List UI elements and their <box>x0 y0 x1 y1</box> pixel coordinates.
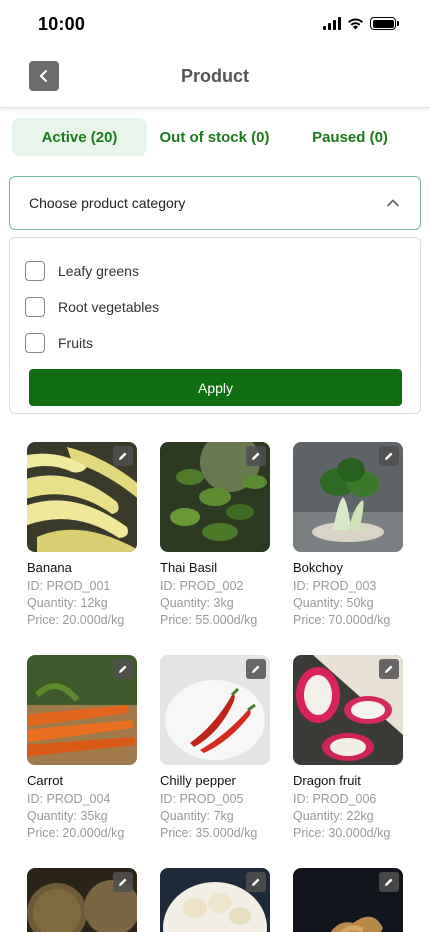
pencil-icon <box>119 878 127 886</box>
product-card[interactable] <box>27 868 137 932</box>
product-quantity: Quantity: 22kg <box>293 809 374 823</box>
product-card[interactable]: Dragon fruit ID: PROD_006 Quantity: 22kg… <box>293 655 403 842</box>
product-id: ID: PROD_002 <box>160 579 244 593</box>
apply-button[interactable]: Apply <box>29 369 402 406</box>
edit-button[interactable] <box>113 446 133 466</box>
product-quantity: Quantity: 7kg <box>160 809 234 823</box>
product-price: Price: 20.000d/kg <box>27 613 125 627</box>
status-tabs: Active (20) Out of stock (0) Paused (0) <box>12 118 418 156</box>
product-image-durian <box>27 868 137 932</box>
product-image-banana <box>27 442 137 552</box>
status-bar: 10:00 <box>0 0 430 50</box>
category-dropdown: Leafy greens Root vegetables Fruits Appl… <box>9 237 421 414</box>
edit-button[interactable] <box>246 872 266 892</box>
product-image-dragon-fruit <box>293 655 403 765</box>
pencil-icon <box>385 878 393 886</box>
product-quantity: Quantity: 12kg <box>27 596 108 610</box>
edit-button[interactable] <box>113 872 133 892</box>
product-image-ginger <box>293 868 403 932</box>
pencil-icon <box>252 665 260 673</box>
edit-button[interactable] <box>379 659 399 679</box>
battery-icon <box>370 17 399 30</box>
product-quantity: Quantity: 35kg <box>27 809 108 823</box>
edit-button[interactable] <box>113 659 133 679</box>
product-price: Price: 35.000d/kg <box>160 826 258 840</box>
product-name: Dragon fruit <box>293 773 361 788</box>
pencil-icon <box>252 452 260 460</box>
product-image-bokchoy <box>293 442 403 552</box>
product-name: Banana <box>27 560 72 575</box>
pencil-icon <box>119 452 127 460</box>
category-option-root-vegetables[interactable]: Root vegetables <box>25 296 159 318</box>
tab-paused[interactable]: Paused (0) <box>282 118 418 156</box>
checkbox[interactable] <box>25 333 45 353</box>
cellular-signal-icon <box>323 17 341 30</box>
page-title: Product <box>180 66 249 86</box>
pencil-icon <box>119 665 127 673</box>
product-quantity: Quantity: 3kg <box>160 596 234 610</box>
tab-out-of-stock[interactable]: Out of stock (0) <box>147 118 282 156</box>
product-image-chilly-pepper <box>160 655 270 765</box>
chevron-up-icon <box>385 195 401 211</box>
tab-active[interactable]: Active (20) <box>12 118 147 156</box>
product-image-thai-basil <box>160 442 270 552</box>
app-header: Product <box>0 52 430 108</box>
category-option-label: Leafy greens <box>58 263 139 279</box>
edit-button[interactable] <box>246 446 266 466</box>
pencil-icon <box>385 452 393 460</box>
product-card[interactable]: Bokchoy ID: PROD_003 Quantity: 50kg Pric… <box>293 442 403 629</box>
product-price: Price: 30.000d/kg <box>293 826 391 840</box>
category-option-label: Fruits <box>58 335 93 351</box>
checkbox[interactable] <box>25 261 45 281</box>
edit-button[interactable] <box>379 446 399 466</box>
edit-button[interactable] <box>379 872 399 892</box>
product-card[interactable]: Chilly pepper ID: PROD_005 Quantity: 7kg… <box>160 655 270 842</box>
pencil-icon <box>252 878 260 886</box>
category-select-label: Choose product category <box>29 195 186 211</box>
category-option-leafy-greens[interactable]: Leafy greens <box>25 260 139 282</box>
product-card[interactable]: Thai Basil ID: PROD_002 Quantity: 3kg Pr… <box>160 442 270 629</box>
product-card[interactable] <box>160 868 270 932</box>
product-id: ID: PROD_003 <box>293 579 377 593</box>
product-card[interactable]: Banana ID: PROD_001 Quantity: 12kg Price… <box>27 442 137 629</box>
checkbox[interactable] <box>25 297 45 317</box>
product-price: Price: 70.000d/kg <box>293 613 391 627</box>
category-option-fruits[interactable]: Fruits <box>25 332 93 354</box>
product-name: Chilly pepper <box>160 773 236 788</box>
pencil-icon <box>385 665 393 673</box>
product-id: ID: PROD_005 <box>160 792 244 806</box>
product-card[interactable]: Carrot ID: PROD_004 Quantity: 35kg Price… <box>27 655 137 842</box>
wifi-icon <box>348 18 363 30</box>
product-name: Thai Basil <box>160 560 218 575</box>
product-image-carrot <box>27 655 137 765</box>
product-id: ID: PROD_004 <box>27 792 111 806</box>
category-select[interactable]: Choose product category <box>9 176 421 230</box>
status-time: 10:00 <box>38 14 86 34</box>
product-quantity: Quantity: 50kg <box>293 596 374 610</box>
product-image-garlic <box>160 868 270 932</box>
category-option-label: Root vegetables <box>58 299 160 315</box>
product-id: ID: PROD_001 <box>27 579 111 593</box>
product-id: ID: PROD_006 <box>293 792 377 806</box>
product-name: Bokchoy <box>293 560 343 575</box>
product-price: Price: 20.000d/kg <box>27 826 125 840</box>
product-card[interactable] <box>293 868 403 932</box>
edit-button[interactable] <box>246 659 266 679</box>
status-icons <box>323 17 399 30</box>
product-price: Price: 55.000d/kg <box>160 613 258 627</box>
product-name: Carrot <box>27 773 64 788</box>
